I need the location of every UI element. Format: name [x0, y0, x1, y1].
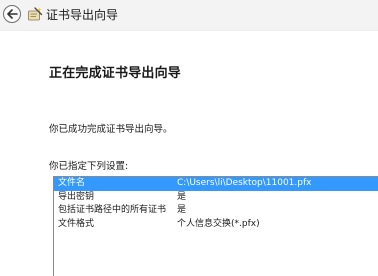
- title-divider: [0, 30, 378, 31]
- setting-name: 导出密钥: [58, 191, 95, 202]
- setting-name: 包括证书路径中的所有证书: [58, 205, 167, 215]
- setting-name: 文件格式: [58, 218, 95, 229]
- back-button[interactable]: [3, 5, 21, 23]
- certificate-export-wizard: 证书导出向导 正在完成证书导出向导 你已成功完成证书导出向导。 你已指定下列设置…: [0, 0, 378, 276]
- title-bar: 证书导出向导: [0, 0, 378, 30]
- setting-value: 是: [177, 205, 187, 215]
- settings-row-filename[interactable]: 文件名 C:\Users\li\Desktop\11001.pfx: [54, 177, 378, 191]
- settings-list[interactable]: 文件名 C:\Users\li\Desktop\11001.pfx 导出密钥 是…: [53, 176, 378, 276]
- back-arrow-icon: [6, 9, 18, 19]
- setting-value: 是: [177, 191, 187, 202]
- page-heading: 正在完成证书导出向导: [49, 66, 182, 81]
- wizard-title: 证书导出向导: [46, 8, 119, 22]
- certificate-wizard-icon: [28, 7, 43, 21]
- success-message: 你已成功完成证书导出向导。: [49, 124, 173, 135]
- settings-row-export-key[interactable]: 导出密钥 是: [54, 191, 378, 205]
- setting-name: 文件名: [58, 178, 86, 188]
- specified-settings-label: 你已指定下列设置:: [49, 161, 129, 172]
- settings-row-file-format[interactable]: 文件格式 个人信息交换(*.pfx): [54, 218, 378, 232]
- setting-value: C:\Users\li\Desktop\11001.pfx: [177, 178, 312, 188]
- setting-value: 个人信息交换(*.pfx): [177, 218, 260, 229]
- settings-row-include-all-certs[interactable]: 包括证书路径中的所有证书 是: [54, 204, 378, 218]
